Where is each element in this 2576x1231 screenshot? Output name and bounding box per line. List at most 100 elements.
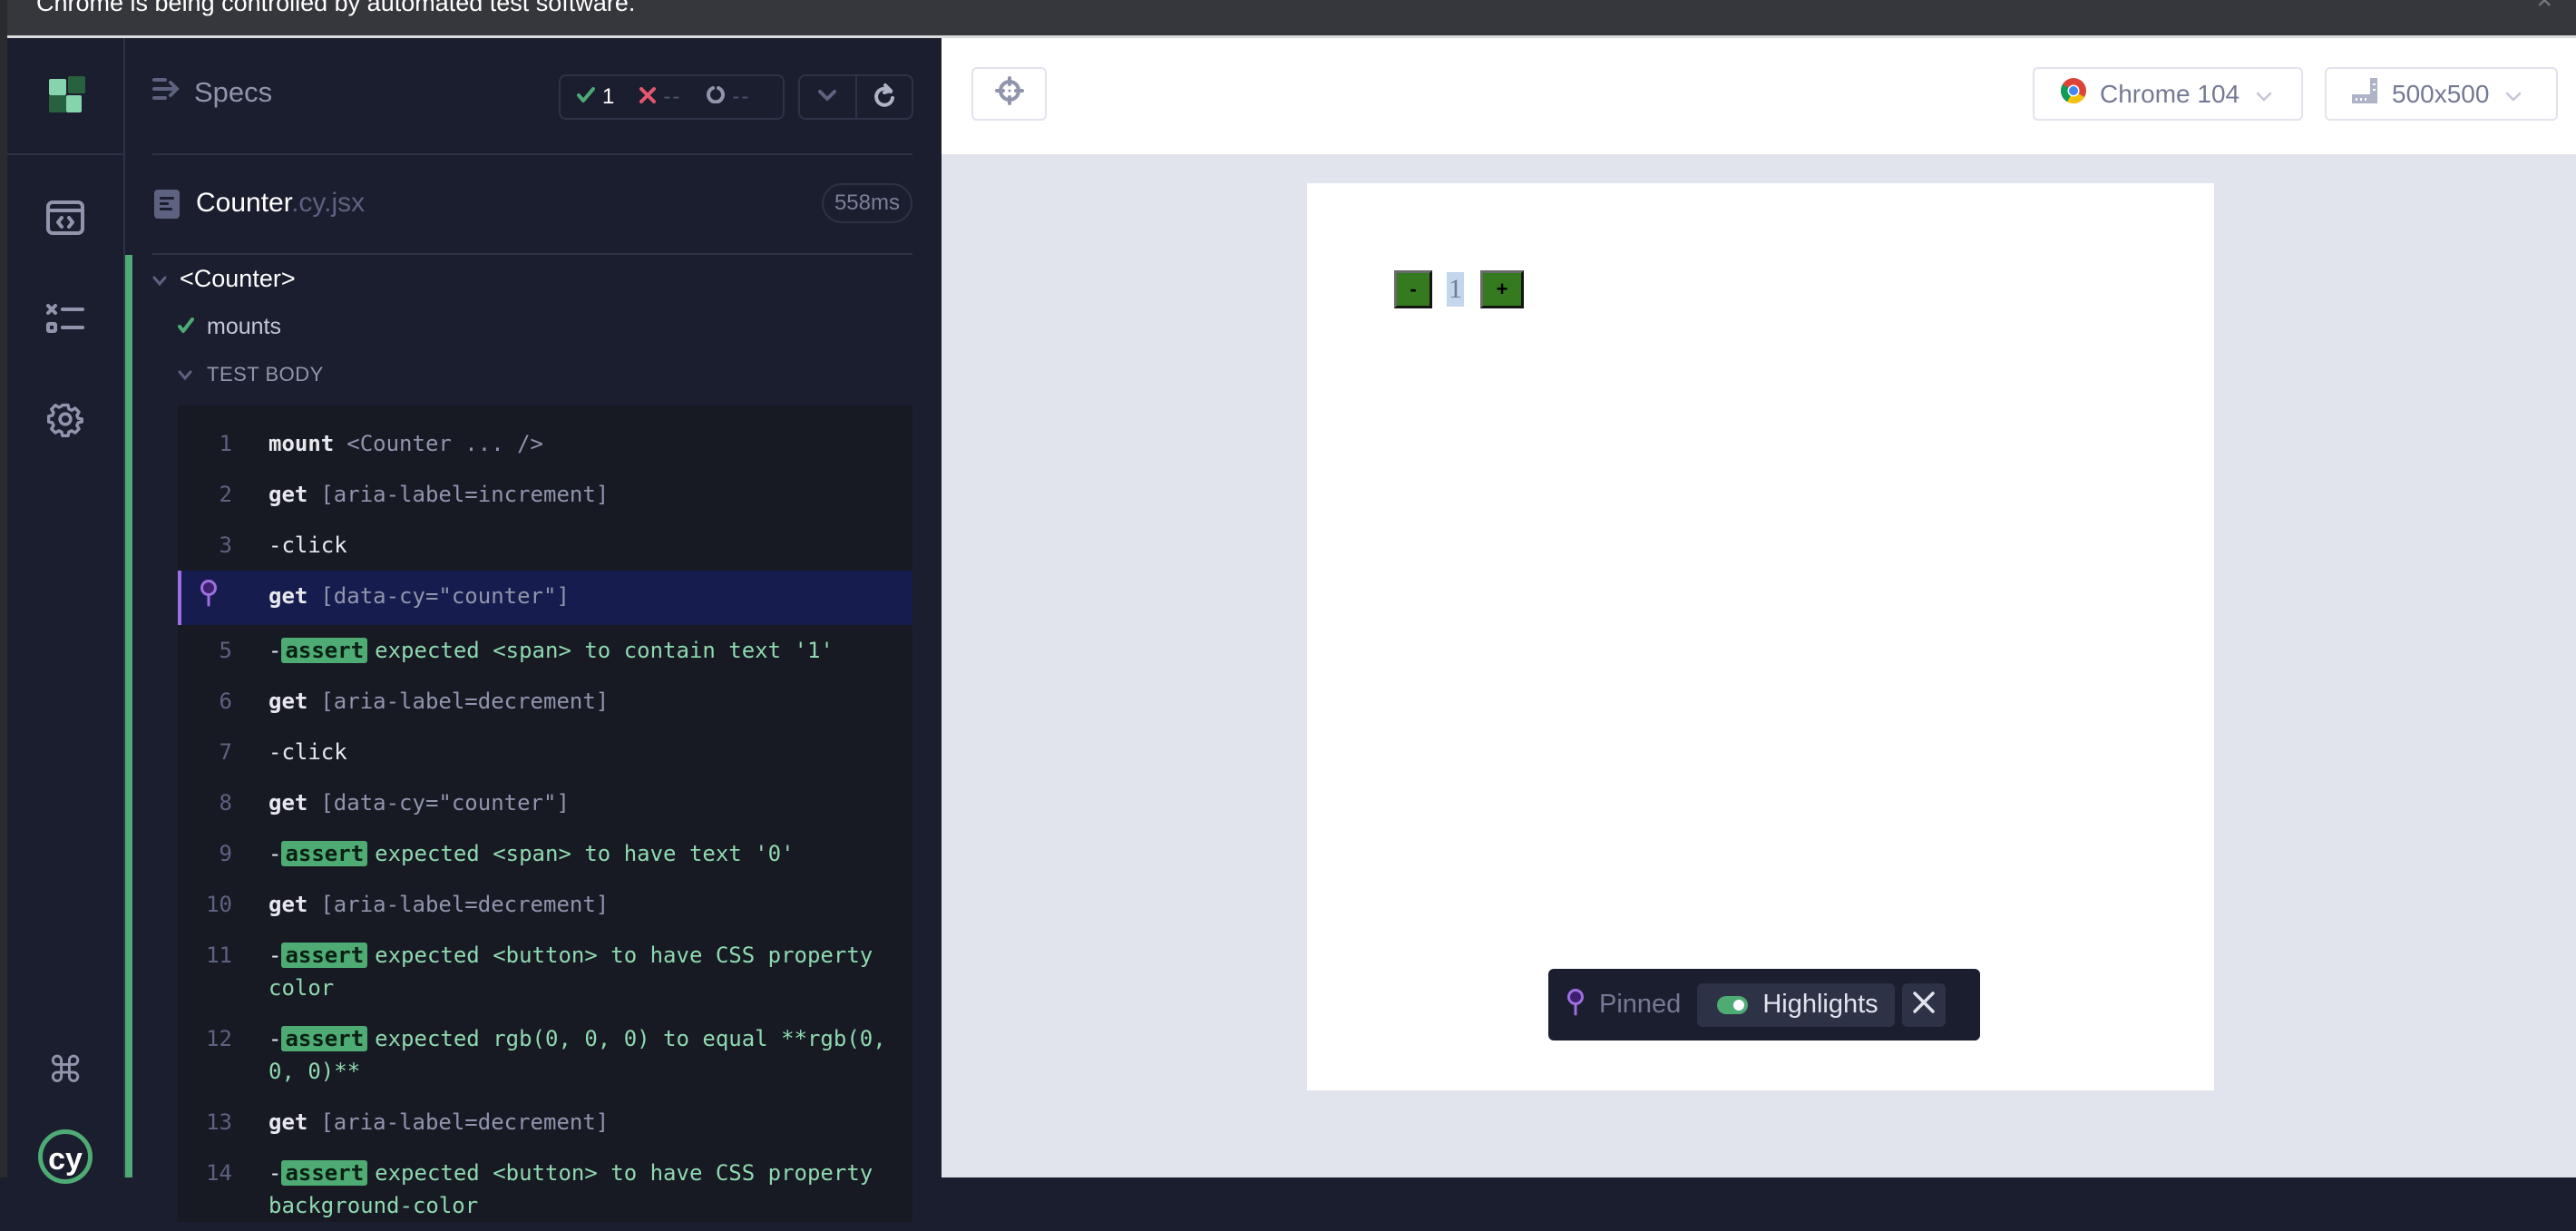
assert-message: expected <span> to have text '0' — [375, 841, 795, 866]
command-row[interactable]: 2 get [aria-label=increment] — [178, 469, 912, 520]
command-row[interactable]: 11 - assert expected <button> to have CSS p… — [178, 930, 912, 1013]
viewport-select[interactable]: 500x500 — [2325, 67, 2558, 121]
window-frame-edge — [0, 0, 7, 1177]
command-name: get — [268, 482, 308, 507]
rerun-button[interactable] — [854, 76, 912, 118]
close-icon — [1912, 991, 1936, 1019]
command-row[interactable]: 10 get [aria-label=decrement] — [178, 879, 912, 930]
check-icon — [577, 84, 595, 110]
infobar-message: Chrome is being controlled by automated … — [36, 0, 636, 16]
code-window-icon — [46, 200, 84, 239]
chevron-down-icon — [178, 363, 192, 386]
cypress-app-logo-icon[interactable] — [49, 76, 85, 117]
suite-title: <Counter> — [180, 265, 296, 292]
command-name: -click — [268, 739, 347, 765]
command-name: get — [268, 583, 308, 609]
command-row-pinned[interactable]: get [data-cy="counter"] — [178, 571, 912, 625]
specs-toggle[interactable]: Specs — [152, 76, 272, 109]
command-row[interactable]: 9 - assert expected <span> to have text '0' — [178, 828, 912, 879]
command-argument: [aria-label=decrement] — [320, 1109, 610, 1135]
command-body: - assert expected <span> to contain text '… — [268, 634, 912, 667]
child-indicator: - — [268, 943, 282, 968]
command-row[interactable]: 7 -click — [178, 727, 912, 777]
infobar-close-icon[interactable]: × — [2536, 0, 2552, 15]
command-name: mount — [268, 431, 335, 456]
spec-file-header: Counter.cy.jsx 558ms — [152, 155, 912, 255]
pending-spinner-icon — [707, 84, 726, 110]
run-controls — [798, 74, 913, 120]
app-logo-cell — [7, 38, 123, 155]
cypress-logo-icon[interactable]: cy — [38, 1129, 93, 1184]
spec-duration-badge: 558ms — [821, 183, 912, 223]
command-argument: [aria-label=increment] — [320, 482, 610, 507]
command-body: get [data-cy="counter"] — [268, 786, 912, 819]
test-body-header[interactable]: TEST BODY — [178, 363, 324, 386]
automation-infobar: Chrome is being controlled by automated … — [7, 0, 2576, 35]
pinned-label: Pinned — [1599, 990, 1682, 1019]
command-number: 10 — [206, 892, 232, 917]
refresh-icon — [873, 83, 896, 112]
command-body: - assert expected <button> to have CSS pro… — [268, 1157, 912, 1222]
spec-extension: .cy.jsx — [291, 188, 366, 218]
suite-row[interactable]: <Counter> — [152, 265, 296, 293]
app-under-test-frame: - 1 + — [1307, 183, 2214, 1090]
increment-button[interactable]: + — [1480, 270, 1524, 308]
highlights-toggle[interactable]: Highlights — [1697, 982, 1895, 1027]
pin-icon — [178, 580, 268, 616]
chevron-down-icon — [2505, 80, 2522, 109]
command-key-icon: ⌘ — [47, 1050, 83, 1090]
command-name: get — [268, 892, 308, 917]
command-row[interactable]: 12 - assert expected rgb(0, 0, 0) to equal … — [178, 1013, 912, 1097]
highlights-label: Highlights — [1762, 990, 1878, 1019]
command-number: 9 — [219, 841, 232, 866]
document-icon — [154, 190, 180, 223]
test-title: mounts — [207, 314, 281, 339]
collapse-button[interactable] — [800, 76, 855, 118]
sidebar-item-settings[interactable] — [45, 401, 85, 441]
spec-file-name[interactable]: Counter.cy.jsx — [196, 188, 365, 219]
chrome-icon — [2060, 77, 2087, 111]
command-number: 5 — [219, 638, 232, 663]
specs-header: Specs 1 -- -- — [152, 38, 913, 155]
command-number: 1 — [219, 431, 232, 456]
unpin-button[interactable] — [1901, 982, 1946, 1027]
sidebar-item-specs[interactable] — [45, 200, 85, 239]
pinned-snapshot-bar: Pinned Highlights — [1548, 969, 1980, 1040]
command-body: -click — [268, 529, 912, 562]
browser-select[interactable]: Chrome 104 — [2033, 67, 2303, 121]
command-row[interactable]: 14 - assert expected <button> to have CSS p… — [178, 1148, 912, 1231]
command-body: -click — [268, 736, 912, 768]
command-body: get [aria-label=decrement] — [268, 1106, 912, 1138]
sidebar-item-runs[interactable] — [45, 301, 85, 341]
spec-name: Counter — [196, 188, 292, 218]
crosshair-icon — [994, 76, 1024, 112]
command-number: 2 — [219, 482, 232, 507]
command-row[interactable]: 8 get [data-cy="counter"] — [178, 777, 912, 828]
command-body: - assert expected rgb(0, 0, 0) to equal **… — [268, 1022, 912, 1088]
command-name: get — [268, 790, 308, 816]
sidebar-item-shortcuts[interactable]: ⌘ — [45, 1050, 85, 1090]
command-row[interactable]: 6 get [aria-label=decrement] — [178, 676, 912, 727]
command-row[interactable]: 5 - assert expected <span> to contain text … — [178, 625, 912, 676]
run-stats: 1 -- -- — [559, 74, 785, 120]
command-row[interactable]: 1 mount <Counter ... /> — [178, 418, 912, 469]
command-row[interactable]: 13 get [aria-label=decrement] — [178, 1097, 912, 1148]
x-icon — [639, 84, 657, 110]
stat-failed: -- — [639, 84, 681, 110]
command-argument: [data-cy="counter"] — [320, 790, 570, 816]
child-indicator: - — [268, 841, 282, 866]
assert-badge: assert — [281, 943, 368, 968]
command-body: - assert expected <span> to have text '0' — [268, 837, 912, 870]
counter-component: - 1 + — [1394, 270, 1524, 308]
test-row[interactable]: mounts — [178, 314, 281, 340]
command-body: get [aria-label=decrement] — [268, 685, 912, 718]
assert-badge: assert — [281, 841, 368, 866]
gear-icon — [46, 401, 84, 442]
command-row[interactable]: 3 -click — [178, 520, 912, 571]
command-name: get — [268, 1109, 308, 1135]
command-body: get [aria-label=decrement] — [268, 888, 912, 921]
test-status-bar — [125, 255, 132, 1177]
decrement-button[interactable]: - — [1394, 270, 1432, 308]
selector-playground-button[interactable] — [971, 67, 1047, 121]
command-number: 8 — [219, 790, 232, 816]
